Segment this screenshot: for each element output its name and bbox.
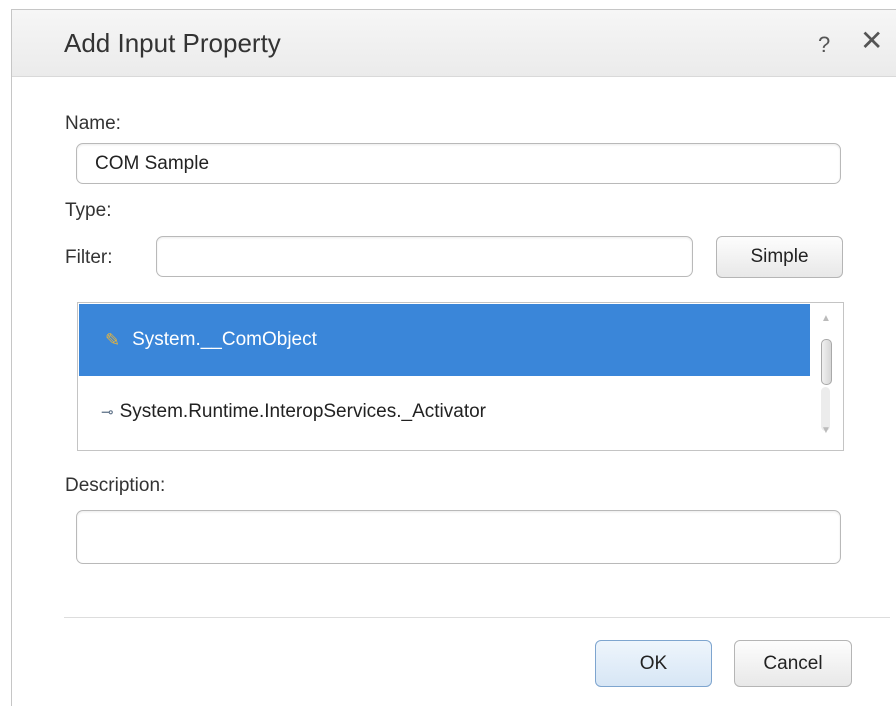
type-list[interactable]: ✎ System.__ComObject ⊸ System.Runtime.In… <box>77 302 844 451</box>
list-item-label: System.Runtime.InteropServices._Activato… <box>119 401 486 422</box>
type-label: Type: <box>65 200 112 221</box>
filter-label: Filter: <box>65 247 113 268</box>
cancel-button[interactable]: Cancel <box>734 640 852 687</box>
description-input[interactable] <box>76 510 841 564</box>
scroll-down-arrow-icon[interactable]: ▼ <box>821 425 831 436</box>
name-label: Name: <box>65 113 121 134</box>
class-icon: ✎ <box>105 329 121 350</box>
list-item-label: System.__ComObject <box>132 329 317 350</box>
filter-input[interactable] <box>156 236 693 277</box>
list-scrollbar[interactable]: ▲ ▼ <box>811 303 843 450</box>
list-item[interactable]: ✎ System.__ComObject <box>79 304 810 376</box>
scroll-up-arrow-icon[interactable]: ▲ <box>821 313 831 324</box>
help-icon[interactable]: ? <box>818 32 830 58</box>
add-input-property-dialog: Add Input Property ? ✕ Name: Type: Filte… <box>11 9 896 706</box>
description-label: Description: <box>65 475 166 496</box>
scroll-thumb[interactable] <box>821 339 832 385</box>
simple-button[interactable]: Simple <box>716 236 843 278</box>
interface-icon: ⊸ <box>101 404 114 421</box>
name-input[interactable] <box>76 143 841 184</box>
footer-divider <box>64 617 890 618</box>
dialog-title-bar[interactable]: Add Input Property ? ✕ <box>12 10 896 77</box>
dialog-title: Add Input Property <box>64 28 281 58</box>
close-icon[interactable]: ✕ <box>860 27 883 55</box>
list-item[interactable]: ⊸ System.Runtime.InteropServices._Activa… <box>79 376 810 448</box>
ok-button[interactable]: OK <box>595 640 712 687</box>
